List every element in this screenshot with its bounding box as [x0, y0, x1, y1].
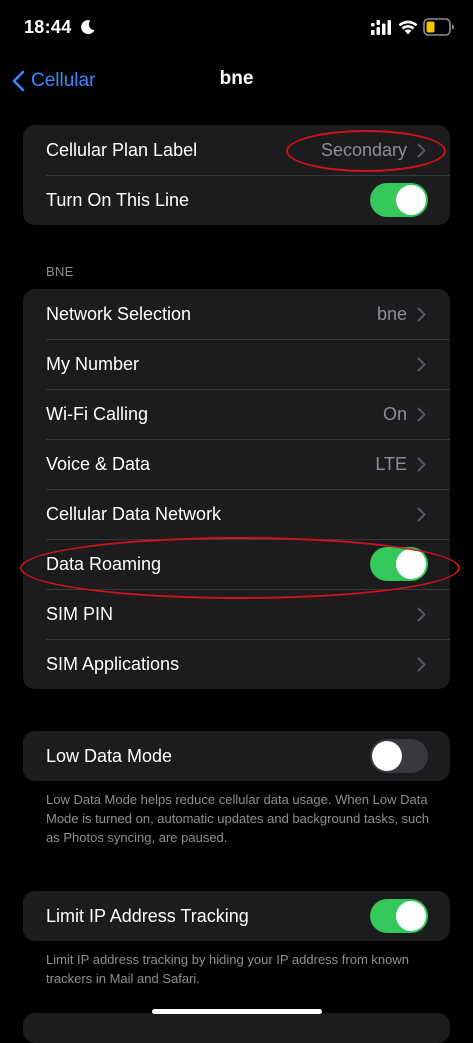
section-header-bne: BNE: [46, 264, 74, 279]
limit-ip-row: Limit IP Address Tracking: [23, 891, 450, 941]
status-time: 18:44: [24, 17, 72, 37]
low-data-mode-footer: Low Data Mode helps reduce cellular data…: [46, 792, 430, 845]
wifi-icon: [398, 20, 418, 35]
chevron-right-icon: [417, 407, 426, 421]
turn-on-line-row: Turn On This Line: [23, 175, 450, 225]
wifi-calling-value: On: [382, 403, 407, 424]
status-bar: 18:44: [0, 0, 473, 56]
voice-data-value: LTE: [375, 453, 407, 474]
limit-ip-footer: Limit IP address tracking by hiding your…: [46, 952, 409, 986]
sim-applications-row[interactable]: SIM Applications: [23, 639, 450, 689]
moon-icon: [81, 20, 95, 35]
battery-icon: [423, 18, 454, 36]
toggle-knob: [396, 185, 426, 215]
chevron-right-icon: [417, 657, 426, 671]
toggle-knob: [396, 901, 426, 931]
turn-on-line-label: Turn On This Line: [46, 189, 190, 210]
chevron-right-icon: [417, 457, 426, 471]
cellular-signal-icon: [371, 20, 391, 35]
next-group-peek: [23, 1013, 450, 1043]
my-number-label: My Number: [46, 353, 140, 374]
home-indicator: [152, 1009, 322, 1014]
wifi-calling-label: Wi-Fi Calling: [46, 403, 149, 424]
bne-group: Network Selection bne My Number Wi-Fi Ca…: [23, 289, 450, 689]
low-data-mode-toggle[interactable]: [370, 739, 428, 773]
cellular-data-network-row[interactable]: Cellular Data Network: [23, 489, 450, 539]
cellular-plan-label-label: Cellular Plan Label: [46, 139, 198, 160]
cellular-data-network-label: Cellular Data Network: [46, 503, 222, 524]
voice-data-row[interactable]: Voice & Data LTE: [23, 439, 450, 489]
sim-applications-label: SIM Applications: [46, 653, 180, 674]
chevron-right-icon: [417, 307, 426, 321]
low-data-mode-label: Low Data Mode: [46, 745, 173, 766]
low-data-mode-row: Low Data Mode: [23, 731, 450, 781]
page-title: bne: [219, 68, 254, 89]
limit-ip-label: Limit IP Address Tracking: [46, 905, 249, 926]
limit-ip-toggle[interactable]: [370, 899, 428, 933]
annotation-ellipse-data-roaming: [20, 537, 460, 599]
my-number-row[interactable]: My Number: [23, 339, 450, 389]
chevron-right-icon: [417, 507, 426, 521]
low-data-group: Low Data Mode: [23, 731, 450, 781]
sim-pin-label: SIM PIN: [46, 603, 114, 624]
toggle-knob: [372, 741, 402, 771]
chevron-right-icon: [417, 607, 426, 621]
limit-ip-group: Limit IP Address Tracking: [23, 891, 450, 941]
network-selection-row[interactable]: Network Selection bne: [23, 289, 450, 339]
network-selection-label: Network Selection: [46, 303, 192, 324]
network-selection-value: bne: [376, 303, 407, 324]
chevron-right-icon: [417, 357, 426, 371]
annotation-ellipse-secondary: [286, 130, 446, 172]
voice-data-label: Voice & Data: [46, 453, 151, 474]
wifi-calling-row[interactable]: Wi-Fi Calling On: [23, 389, 450, 439]
turn-on-line-toggle[interactable]: [370, 183, 428, 217]
